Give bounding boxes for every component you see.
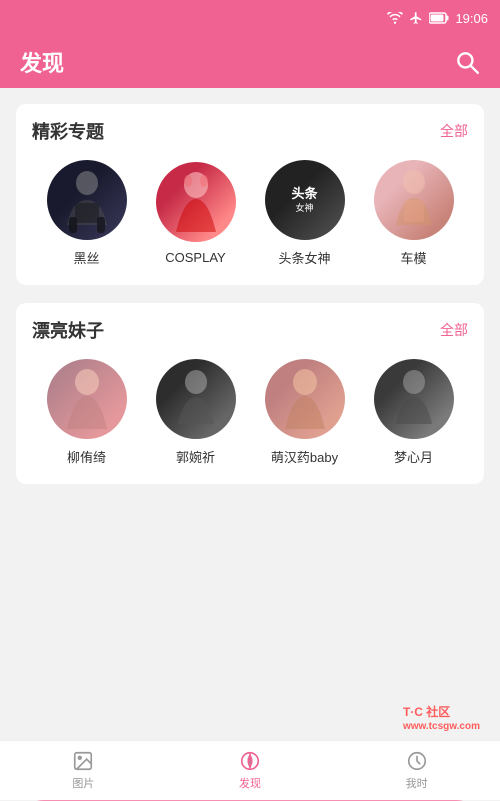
nav-item-discover[interactable]: 发现 <box>167 750 334 791</box>
nav-item-moment[interactable]: 我时 <box>333 750 500 791</box>
status-bar: 19:06 <box>0 0 500 36</box>
watermark: T·C 社区 www.tcsgw.com <box>403 703 480 732</box>
featured-more[interactable]: 全部 <box>440 121 468 141</box>
bottom-nav: 图片 发现 我时 <box>0 740 500 800</box>
girl-avatar-guowanxi <box>156 359 236 439</box>
header-title: 发现 <box>20 46 64 78</box>
status-icons: 19:06 <box>387 11 488 26</box>
girls-section-header: 漂亮妹子 全部 <box>32 317 468 343</box>
featured-label-chemo: 车模 <box>400 248 426 267</box>
main-content: 精彩专题 全部 黑丝 <box>0 88 500 740</box>
featured-label-heisi: 黑丝 <box>73 248 99 267</box>
girl-label-menghan: 萌汉药baby <box>271 447 338 466</box>
girl-avatar-liuyouqi <box>47 359 127 439</box>
search-icon[interactable] <box>454 49 480 75</box>
girl-item-menghan[interactable]: 萌汉药baby <box>265 359 345 466</box>
girl-item-liuyouqi[interactable]: 柳侑绮 <box>47 359 127 466</box>
featured-avatar-cosplay <box>156 162 236 242</box>
featured-avatar-chemo <box>374 160 454 240</box>
featured-section: 精彩专题 全部 黑丝 <box>16 104 484 285</box>
airplane-icon <box>409 11 423 25</box>
girls-avatars-row: 柳侑绮 郭婉祈 <box>32 359 468 466</box>
featured-title: 精彩专题 <box>32 118 104 144</box>
featured-label-toutiao: 头条女神 <box>278 248 330 267</box>
featured-avatar-heisi <box>47 160 127 240</box>
featured-item-cosplay[interactable]: COSPLAY <box>156 162 236 265</box>
featured-item-heisi[interactable]: 黑丝 <box>47 160 127 267</box>
girl-item-mengxin[interactable]: 梦心月 <box>374 359 454 466</box>
featured-label-cosplay: COSPLAY <box>165 250 225 265</box>
featured-section-header: 精彩专题 全部 <box>32 118 468 144</box>
girls-title: 漂亮妹子 <box>32 317 104 343</box>
nav-label-discover: 发现 <box>239 775 261 791</box>
featured-item-chemo[interactable]: 车模 <box>374 160 454 267</box>
girl-label-liuyouqi: 柳侑绮 <box>67 447 106 466</box>
watermark-url: www.tcsgw.com <box>403 721 480 732</box>
wifi-icon <box>387 12 403 24</box>
girl-avatar-mengxin <box>374 359 454 439</box>
battery-icon <box>429 12 449 24</box>
featured-item-toutiao[interactable]: 头条 女神 头条女神 <box>265 160 345 267</box>
nav-label-moment: 我时 <box>406 775 428 791</box>
compass-icon <box>239 750 261 772</box>
girl-item-guowanxi[interactable]: 郭婉祈 <box>156 359 236 466</box>
app-header: 发现 <box>0 36 500 88</box>
nav-item-pics[interactable]: 图片 <box>0 750 167 791</box>
nav-label-pics: 图片 <box>72 775 94 791</box>
girl-label-mengxin: 梦心月 <box>394 447 433 466</box>
featured-avatar-toutiao: 头条 女神 <box>265 160 345 240</box>
image-icon <box>72 750 94 772</box>
clock-icon <box>406 750 428 772</box>
time-display: 19:06 <box>455 11 488 26</box>
girl-avatar-menghan <box>265 359 345 439</box>
girl-label-guowanxi: 郭婉祈 <box>176 447 215 466</box>
featured-avatars-row: 黑丝 COSPLAY 头条 <box>32 160 468 267</box>
girls-more[interactable]: 全部 <box>440 320 468 340</box>
girls-section: 漂亮妹子 全部 柳侑绮 <box>16 303 484 484</box>
